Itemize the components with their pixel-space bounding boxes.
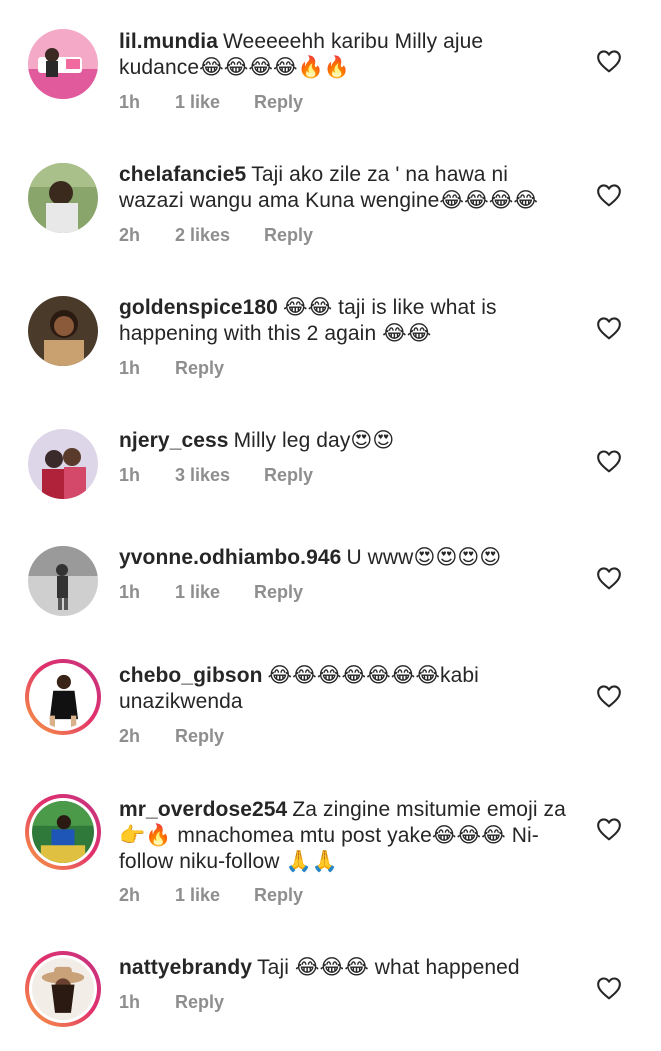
comment-meta: 2h 2 likes Reply — [119, 225, 313, 246]
username[interactable]: yvonne.odhiambo.946 — [119, 546, 341, 569]
heart-outline-icon[interactable] — [596, 976, 622, 1000]
avatar[interactable] — [25, 794, 101, 870]
comment-body: Milly leg day😍😍 — [233, 429, 395, 452]
heart-outline-icon[interactable] — [596, 449, 622, 473]
heart-outline-icon[interactable] — [596, 817, 622, 841]
reply-button[interactable]: Reply — [254, 885, 303, 906]
like-count[interactable]: 1 like — [175, 92, 220, 113]
reply-button[interactable]: Reply — [254, 92, 303, 113]
comment-text: mr_overdose254 Za zingine msitumie emoji … — [119, 797, 569, 875]
timestamp: 2h — [119, 225, 141, 245]
heart-outline-icon[interactable] — [596, 684, 622, 708]
username[interactable]: chebo_gibson — [119, 664, 263, 687]
timestamp: 1h — [119, 465, 141, 485]
comment-text: nattyebrandy Taji 😂😂😂 what happened — [119, 955, 569, 981]
timestamp: 1h — [119, 358, 141, 378]
comment-text: chebo_gibson 😂😂😂😂😂😂😂kabi unazikwenda — [119, 663, 569, 715]
timestamp: 2h — [119, 726, 141, 746]
comment-meta: 1h Reply — [119, 992, 224, 1013]
username[interactable]: goldenspice180 — [119, 296, 278, 319]
comment-text: lil.mundia Weeeeehh karibu Milly ajue kud… — [119, 29, 569, 81]
like-count[interactable]: 3 likes — [175, 465, 230, 486]
comment-meta: 1h Reply — [119, 358, 224, 379]
comment-meta: 2h 1 like Reply — [119, 885, 303, 906]
heart-outline-icon[interactable] — [596, 49, 622, 73]
username[interactable]: lil.mundia — [119, 30, 218, 53]
comment-text: njery_cess Milly leg day😍😍 — [119, 428, 569, 454]
like-count[interactable]: 2 likes — [175, 225, 230, 246]
username[interactable]: nattyebrandy — [119, 956, 252, 979]
comment-text: goldenspice180 😂😂 taji is like what is ha… — [119, 295, 569, 347]
reply-button[interactable]: Reply — [264, 225, 313, 246]
comment-meta: 1h 1 like Reply — [119, 582, 303, 603]
comment-meta: 1h 3 likes Reply — [119, 465, 313, 486]
comment-meta: 2h Reply — [119, 726, 224, 747]
comment-body: U www😍😍😍😍 — [346, 546, 502, 569]
reply-button[interactable]: Reply — [264, 465, 313, 486]
like-count[interactable]: 1 like — [175, 582, 220, 603]
avatar[interactable] — [28, 29, 98, 99]
username[interactable]: mr_overdose254 — [119, 798, 287, 821]
timestamp: 1h — [119, 582, 141, 602]
heart-outline-icon[interactable] — [596, 183, 622, 207]
reply-button[interactable]: Reply — [175, 726, 224, 747]
timestamp: 1h — [119, 92, 141, 112]
like-count[interactable]: 1 like — [175, 885, 220, 906]
avatar[interactable] — [28, 429, 98, 499]
comment-meta: 1h 1 like Reply — [119, 92, 303, 113]
heart-outline-icon[interactable] — [596, 566, 622, 590]
avatar[interactable] — [25, 659, 101, 735]
reply-button[interactable]: Reply — [254, 582, 303, 603]
username[interactable]: chelafancie5 — [119, 163, 246, 186]
reply-button[interactable]: Reply — [175, 992, 224, 1013]
comment-body: Taji 😂😂😂 what happened — [257, 956, 520, 979]
avatar[interactable] — [25, 951, 101, 1027]
avatar[interactable] — [28, 296, 98, 366]
username[interactable]: njery_cess — [119, 429, 229, 452]
reply-button[interactable]: Reply — [175, 358, 224, 379]
timestamp: 1h — [119, 992, 141, 1012]
avatar[interactable] — [28, 163, 98, 233]
comment-text: yvonne.odhiambo.946 U www😍😍😍😍 — [119, 545, 569, 571]
heart-outline-icon[interactable] — [596, 316, 622, 340]
comment-text: chelafancie5 Taji ako zile za ' na hawa n… — [119, 162, 569, 214]
avatar[interactable] — [28, 546, 98, 616]
timestamp: 2h — [119, 885, 141, 905]
